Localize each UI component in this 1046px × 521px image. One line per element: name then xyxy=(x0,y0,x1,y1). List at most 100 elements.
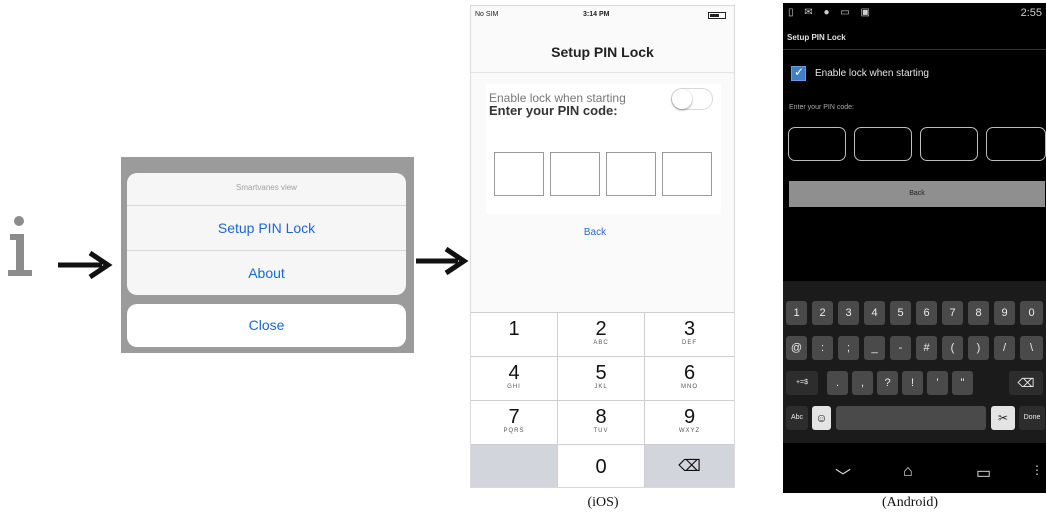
android-title: Setup PIN Lock xyxy=(787,33,846,42)
handwriting-icon[interactable]: ✂ xyxy=(991,406,1015,430)
status-time: 3:14 PM xyxy=(583,11,610,18)
key-3[interactable]: 3 DEF xyxy=(645,313,734,357)
key-open-paren[interactable]: ( xyxy=(942,336,963,360)
key-letters: DEF xyxy=(682,340,697,346)
key-underscore[interactable]: _ xyxy=(864,336,885,360)
notification-icons: ▯ ✉ ● ▭ ▣ xyxy=(788,7,874,18)
key-close-paren[interactable]: ) xyxy=(968,336,989,360)
key-6[interactable]: 6 xyxy=(916,301,937,325)
menu-icon[interactable]: ⋮ xyxy=(1031,463,1043,477)
key-letters: JKL xyxy=(594,384,608,390)
setup-pin-lock-button[interactable]: Setup PIN Lock xyxy=(127,206,406,251)
key-digit: 4 xyxy=(508,362,520,384)
key-at[interactable]: @ xyxy=(786,336,807,360)
pin-digit-box[interactable] xyxy=(550,152,600,196)
key-quote[interactable]: " xyxy=(952,371,973,395)
backspace-icon: ⌫ xyxy=(678,458,701,475)
backspace-icon[interactable]: ⌫ xyxy=(1009,371,1043,395)
key-symbols[interactable]: +=$ xyxy=(786,371,818,395)
key-8[interactable]: 8 TUV xyxy=(558,401,645,445)
action-sheet-title: Smartvanes view xyxy=(127,173,406,206)
key-9[interactable]: 9 xyxy=(994,301,1015,325)
key-1[interactable]: 1 xyxy=(471,313,558,357)
key-9[interactable]: 9 WXYZ xyxy=(645,401,734,445)
key-digit: 7 xyxy=(508,406,520,428)
key-slash[interactable]: / xyxy=(994,336,1015,360)
ios-screen: No SIM 3:14 PM Setup PIN Lock Enable loc… xyxy=(470,5,735,488)
back-nav-icon[interactable]: ﹀ xyxy=(835,463,851,487)
ios-nav-title: Setup PIN Lock xyxy=(471,32,734,73)
enable-lock-checkbox[interactable] xyxy=(791,65,806,81)
key-3[interactable]: 3 xyxy=(838,301,859,325)
key-0[interactable]: 0 xyxy=(558,445,645,487)
key-letters: TUV xyxy=(593,428,609,434)
key-2[interactable]: 2 xyxy=(812,301,833,325)
battery-icon xyxy=(708,12,726,19)
pin-digit-box[interactable] xyxy=(920,127,978,161)
pin-digit-box[interactable] xyxy=(606,152,656,196)
android-screen: ▯ ✉ ● ▭ ▣ 2:55 Setup PIN Lock Enable loc… xyxy=(783,3,1046,493)
key-2[interactable]: 2 ABC xyxy=(558,313,645,357)
android-keyboard: 1 2 3 4 5 6 7 8 9 0 @ : ; _ - # ( ) / \ … xyxy=(783,281,1046,443)
key-5[interactable]: 5 xyxy=(890,301,911,325)
emoji-icon[interactable]: ☺ xyxy=(812,406,831,430)
key-1[interactable]: 1 xyxy=(786,301,807,325)
pin-digit-box[interactable] xyxy=(788,127,846,161)
info-icon xyxy=(8,216,32,276)
key-letters: PQRS xyxy=(503,428,525,434)
action-sheet: Smartvanes view Setup PIN Lock About Clo… xyxy=(121,157,414,353)
done-button[interactable]: Done xyxy=(1019,406,1045,430)
enable-lock-label: Enable lock when starting xyxy=(815,68,929,79)
key-abc[interactable]: Abc xyxy=(786,406,808,430)
key-8[interactable]: 8 xyxy=(968,301,989,325)
key-7[interactable]: 7 xyxy=(942,301,963,325)
action-sheet-group: Smartvanes view Setup PIN Lock About xyxy=(127,173,406,295)
key-question[interactable]: ? xyxy=(877,371,898,395)
key-4[interactable]: 4 GHI xyxy=(471,357,558,401)
key-colon[interactable]: : xyxy=(812,336,833,360)
ios-number-keypad: 1 2 ABC 3 DEF 4 GHI 5 JKL 6 MNO 7 PQRS 8 TUV 9W… xyxy=(471,312,734,487)
key-digit: 1 xyxy=(508,318,520,340)
delete-key[interactable]: ⌫ xyxy=(645,445,734,487)
key-period[interactable]: . xyxy=(827,371,848,395)
title-divider xyxy=(783,49,1046,50)
key-semicolon[interactable]: ; xyxy=(838,336,859,360)
pin-digit-box[interactable] xyxy=(494,152,544,196)
key-digit: 6 xyxy=(683,362,696,384)
back-button[interactable]: Back xyxy=(559,218,631,248)
key-hash[interactable]: # xyxy=(916,336,937,360)
carrier-label: No SIM xyxy=(475,11,499,18)
key-4[interactable]: 4 xyxy=(864,301,885,325)
android-nav-bar: ﹀ ⌂ ▭ ⋮ xyxy=(783,453,1046,493)
back-button[interactable]: Back xyxy=(789,181,1045,207)
key-5[interactable]: 5 JKL xyxy=(558,357,645,401)
key-exclaim[interactable]: ! xyxy=(902,371,923,395)
key-digit: 0 xyxy=(595,456,607,478)
home-icon[interactable]: ⌂ xyxy=(903,463,913,481)
pin-digit-box[interactable] xyxy=(986,127,1046,161)
key-backslash[interactable]: \ xyxy=(1020,336,1043,360)
key-digit: 9 xyxy=(683,406,696,428)
pin-digit-box[interactable] xyxy=(662,152,712,196)
status-time: 2:55 xyxy=(1020,7,1042,19)
key-digit: 3 xyxy=(683,318,696,340)
pin-code-label: Enter your PIN code: xyxy=(489,103,618,118)
enable-lock-toggle[interactable] xyxy=(671,88,713,110)
space-bar[interactable] xyxy=(836,406,986,430)
recent-apps-icon[interactable]: ▭ xyxy=(976,463,991,483)
key-apostrophe[interactable]: ' xyxy=(927,371,948,395)
pin-digit-box[interactable] xyxy=(854,127,912,161)
key-letters: GHI xyxy=(507,384,521,390)
about-button[interactable]: About xyxy=(127,251,406,295)
ios-status-bar: No SIM 3:14 PM xyxy=(471,6,734,24)
key-0[interactable]: 0 xyxy=(1020,301,1043,325)
key-6[interactable]: 6 MNO xyxy=(645,357,734,401)
close-button[interactable]: Close xyxy=(127,304,406,347)
key-digit: 5 xyxy=(595,362,607,384)
key-letters: MNO xyxy=(681,384,698,390)
key-comma[interactable]: , xyxy=(852,371,873,395)
key-dash[interactable]: - xyxy=(890,336,911,360)
key-7[interactable]: 7 PQRS xyxy=(471,401,558,445)
toggle-knob xyxy=(672,89,692,109)
key-digit: 2 xyxy=(595,318,607,340)
